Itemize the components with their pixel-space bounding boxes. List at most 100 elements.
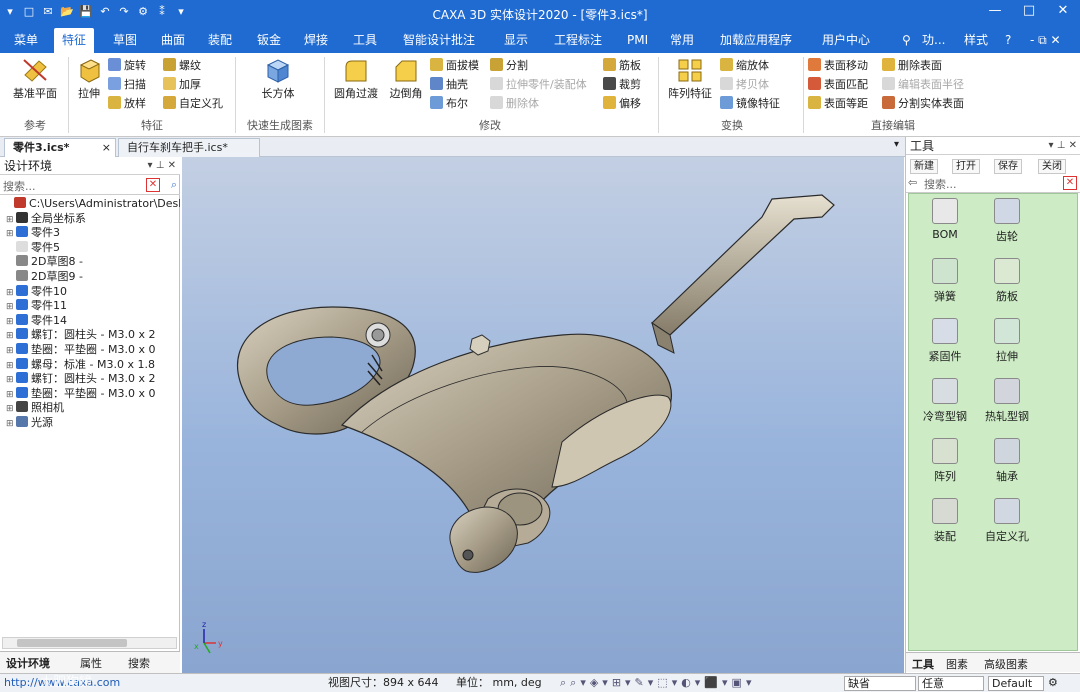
tree-node[interactable]: ⊞ 零件11	[0, 299, 180, 314]
ribbon-window-controls[interactable]: - ⧉ ✕	[1030, 28, 1061, 53]
tree-node[interactable]: 2D草图9 -	[0, 269, 180, 285]
expand-toggle-icon[interactable]: ⊞	[6, 300, 16, 314]
face-move-button[interactable]: 表面移动	[808, 57, 868, 75]
tool-library-item[interactable]: 筋板	[975, 258, 1039, 304]
mirror-feature-button[interactable]: 镜像特征	[720, 95, 780, 113]
chamfer-button[interactable]: 边倒角	[386, 57, 426, 101]
tool-library-item[interactable]: 齿轮	[975, 198, 1039, 244]
catalog-search-input[interactable]: ⇦ 搜索... ✕	[906, 175, 1080, 193]
rib-button[interactable]: 筋板	[603, 57, 641, 75]
tree-node[interactable]: ⊞ 螺钉：圆柱头 - M3.0 x 2	[0, 372, 180, 387]
settings-icon[interactable]: ⚙	[1048, 674, 1058, 692]
tool-library-item[interactable]: 紧固件	[913, 318, 977, 364]
tab-design-environment[interactable]: 设计环境	[6, 655, 50, 671]
delete-body-button[interactable]: 删除体	[490, 95, 539, 113]
copy-body-button[interactable]: 拷贝体	[720, 76, 769, 94]
tab-advanced-elements[interactable]: 高级图素	[984, 656, 1028, 672]
tab-load-apps[interactable]: 加载应用程序	[720, 28, 792, 53]
tool-library-item[interactable]: 弹簧	[913, 258, 977, 304]
tab-sketch[interactable]: 草图	[113, 28, 137, 53]
tab-assembly[interactable]: 装配	[208, 28, 232, 53]
face-match-button[interactable]: 表面匹配	[808, 76, 868, 94]
tab-feature[interactable]: 特征	[54, 28, 95, 53]
thread-button[interactable]: 螺纹	[163, 57, 201, 75]
save-catalog-button[interactable]: 保存	[994, 159, 1022, 174]
search-options-icon[interactable]: ⌕	[171, 178, 177, 192]
tree-node[interactable]: C:\Users\Administrator\Desktop\	[0, 197, 180, 212]
function-search[interactable]: 功...	[922, 28, 945, 53]
style-select[interactable]: Default	[988, 676, 1044, 691]
panel-controls-icon[interactable]: ▾ ⊥ ✕	[1049, 137, 1077, 155]
stretch-part-button[interactable]: 拉伸零件/装配体	[490, 76, 587, 94]
expand-toggle-icon[interactable]: ⊞	[6, 402, 16, 416]
offset-button[interactable]: 偏移	[603, 95, 641, 113]
help-icon[interactable]: ?	[1005, 28, 1011, 53]
custom-hole-button[interactable]: 自定义孔	[163, 95, 223, 113]
scrollbar-thumb[interactable]	[17, 639, 127, 647]
view-tools-icons[interactable]: ⌕⌕▾◈▾⊞▾✎▾⬚▾◐▾⬛▾▣▾	[560, 674, 755, 692]
tree-node[interactable]: 2D草图8 -	[0, 255, 180, 270]
tree-node[interactable]: ⊞ 垫圈：平垫圈 - M3.0 x 0	[0, 342, 180, 358]
filter-select[interactable]: 缺省	[844, 676, 916, 691]
close-tab-icon[interactable]: ×	[102, 139, 111, 157]
panel-controls-icon[interactable]: ▾ ⊥ ✕	[148, 157, 176, 175]
maximize-button[interactable]: □	[1012, 0, 1046, 24]
tree-node[interactable]: ⊞ 全局坐标系	[0, 211, 180, 227]
tree-node[interactable]: ⊞ 零件14	[0, 313, 180, 329]
close-button[interactable]: ✕	[1046, 0, 1080, 24]
tree-search-input[interactable]: 搜索... ✕ ⌕	[0, 177, 180, 195]
tool-library-item[interactable]: 自定义孔	[975, 498, 1039, 544]
open-catalog-button[interactable]: 打开	[952, 159, 980, 174]
tree-node[interactable]: ⊞ 螺母：标准 - M3.0 x 1.8	[0, 357, 180, 373]
expand-toggle-icon[interactable]: ⊞	[6, 344, 16, 358]
expand-toggle-icon[interactable]: ⊞	[6, 373, 16, 387]
search-icon[interactable]: ⚲	[902, 28, 911, 53]
tab-welding[interactable]: 焊接	[304, 28, 328, 53]
tool-library-item[interactable]: BOM	[913, 198, 977, 241]
selection-mode-select[interactable]: 任意	[918, 676, 984, 691]
expand-toggle-icon[interactable]: ⊞	[6, 359, 16, 373]
doc-tab-bike-brake[interactable]: 自行车刹车把手.ics*	[118, 138, 260, 157]
expand-toggle-icon[interactable]: ⊞	[6, 315, 16, 329]
tool-library-item[interactable]: 拉伸	[975, 318, 1039, 364]
3d-viewport[interactable]: z y x	[182, 157, 904, 673]
shell-button[interactable]: 抽壳	[430, 76, 468, 94]
tree-node[interactable]: ⊞ 光源	[0, 415, 180, 431]
tool-library-item[interactable]: 轴承	[975, 438, 1039, 484]
tab-display[interactable]: 显示	[504, 28, 528, 53]
doc-tab-part3[interactable]: 零件3.ics* ×	[4, 138, 116, 157]
tab-elements[interactable]: 图素	[946, 656, 968, 672]
loft-button[interactable]: 放样	[108, 95, 146, 113]
revolve-button[interactable]: 旋转	[108, 57, 146, 75]
trim-button[interactable]: 裁剪	[603, 76, 641, 94]
face-offset-button[interactable]: 表面等距	[808, 95, 868, 113]
tree-horizontal-scrollbar[interactable]	[2, 637, 177, 649]
tree-node[interactable]: ⊞ 螺钉：圆柱头 - M3.0 x 2	[0, 328, 180, 343]
clear-search-icon[interactable]: ✕	[146, 178, 160, 192]
tool-library-item[interactable]: 阵列	[913, 438, 977, 484]
new-catalog-button[interactable]: 新建	[910, 159, 938, 174]
datum-plane-button[interactable]: 基准平面	[8, 57, 62, 101]
tree-node[interactable]: 零件5	[0, 240, 180, 256]
style-menu[interactable]: 样式	[964, 28, 988, 53]
tab-menu[interactable]: 菜单	[14, 28, 38, 53]
tab-smart-annotation[interactable]: 智能设计批注	[403, 28, 475, 53]
tab-properties[interactable]: 属性	[80, 655, 102, 671]
tree-node[interactable]: ⊞ 垫圈：平垫圈 - M3.0 x 0	[0, 386, 180, 402]
split-button[interactable]: 分割	[490, 57, 528, 75]
tool-library-item[interactable]: 装配	[913, 498, 977, 544]
tab-sheetmetal[interactable]: 钣金	[257, 28, 281, 53]
expand-toggle-icon[interactable]: ⊞	[6, 417, 16, 431]
edit-face-radius-button[interactable]: 编辑表面半径	[882, 76, 964, 94]
expand-toggle-icon[interactable]: ⊞	[6, 227, 16, 241]
tab-user-center[interactable]: 用户中心	[822, 28, 870, 53]
tab-engineering-annotation[interactable]: 工程标注	[554, 28, 602, 53]
face-draft-button[interactable]: 面拔模	[430, 57, 479, 75]
tab-pmi[interactable]: PMI	[627, 28, 648, 53]
tab-search[interactable]: 搜索	[128, 655, 150, 671]
expand-toggle-icon[interactable]: ⊞	[6, 286, 16, 300]
scale-body-button[interactable]: 缩放体	[720, 57, 769, 75]
expand-toggle-icon[interactable]: ⊞	[6, 329, 16, 343]
close-catalog-button[interactable]: 关闭	[1038, 159, 1066, 174]
tool-library-item[interactable]: 热轧型钢	[975, 378, 1039, 424]
